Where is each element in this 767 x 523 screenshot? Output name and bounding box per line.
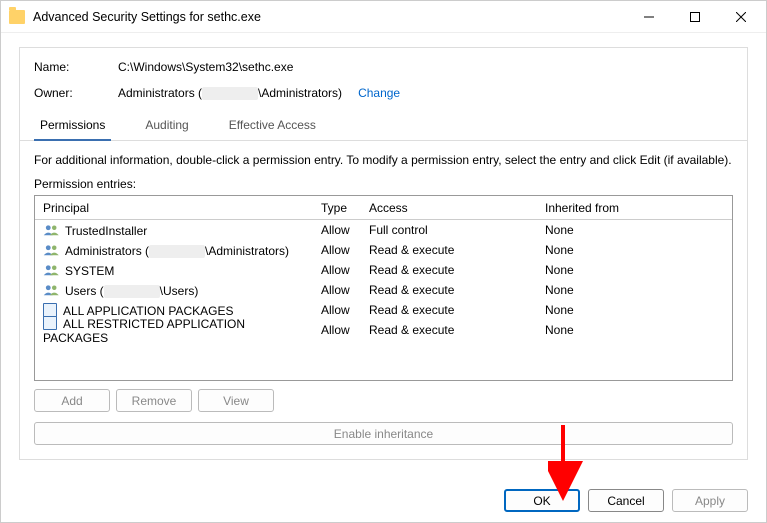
folder-icon	[9, 10, 25, 24]
principal-text: ALL RESTRICTED APPLICATION PACKAGES	[43, 317, 245, 345]
inherited-text: None	[537, 259, 732, 281]
package-icon	[43, 316, 57, 330]
enable-inheritance-button[interactable]: Enable inheritance	[34, 422, 733, 445]
col-access[interactable]: Access	[361, 197, 537, 219]
table-row[interactable]: SYSTEM AllowRead & executeNone	[35, 260, 732, 280]
owner-row: Owner: Administrators (\Administrators) …	[34, 86, 733, 100]
close-button[interactable]	[718, 2, 764, 32]
access-text: Read & execute	[361, 279, 537, 301]
type-text: Allow	[313, 259, 361, 281]
inherited-text: None	[537, 239, 732, 261]
principal-text: Users (	[65, 284, 104, 298]
window-title: Advanced Security Settings for sethc.exe	[33, 10, 261, 24]
minimize-button[interactable]	[626, 2, 672, 32]
users-icon	[43, 283, 63, 297]
add-button[interactable]: Add	[34, 389, 110, 412]
redacted-text	[202, 87, 258, 100]
table-row[interactable]: Administrators (\Administrators)AllowRea…	[35, 240, 732, 260]
col-inherited[interactable]: Inherited from	[537, 197, 732, 219]
type-text: Allow	[313, 219, 361, 241]
inherited-text: None	[537, 299, 732, 321]
redacted-text	[149, 245, 205, 258]
cancel-button[interactable]: Cancel	[588, 489, 664, 512]
maximize-button[interactable]	[672, 2, 718, 32]
access-text: Full control	[361, 219, 537, 241]
redacted-text	[104, 285, 160, 298]
ok-button[interactable]: OK	[504, 489, 580, 512]
entries-label: Permission entries:	[34, 177, 733, 191]
type-text: Allow	[313, 319, 361, 341]
owner-value: Administrators (\Administrators)	[118, 86, 342, 100]
users-icon	[43, 263, 63, 277]
remove-button[interactable]: Remove	[116, 389, 192, 412]
change-owner-link[interactable]: Change	[358, 86, 400, 100]
access-text: Read & execute	[361, 299, 537, 321]
col-type[interactable]: Type	[313, 197, 361, 219]
grid-header[interactable]: Principal Type Access Inherited from	[35, 196, 732, 220]
type-text: Allow	[313, 279, 361, 301]
users-icon	[43, 223, 63, 237]
table-row[interactable]: ALL RESTRICTED APPLICATION PACKAGESAllow…	[35, 320, 732, 340]
access-text: Read & execute	[361, 259, 537, 281]
users-icon	[43, 243, 63, 257]
access-text: Read & execute	[361, 319, 537, 341]
tab-effective-access[interactable]: Effective Access	[223, 112, 322, 140]
type-text: Allow	[313, 299, 361, 321]
inherited-text: None	[537, 219, 732, 241]
name-label: Name:	[34, 60, 118, 74]
access-text: Read & execute	[361, 239, 537, 261]
permissions-grid[interactable]: Principal Type Access Inherited from Tru…	[34, 195, 733, 381]
type-text: Allow	[313, 239, 361, 261]
titlebar: Advanced Security Settings for sethc.exe	[1, 1, 766, 33]
inherited-text: None	[537, 279, 732, 301]
principal-text: SYSTEM	[65, 264, 114, 278]
tab-auditing[interactable]: Auditing	[139, 112, 194, 140]
principal-text: TrustedInstaller	[65, 224, 147, 238]
table-row[interactable]: TrustedInstaller AllowFull controlNone	[35, 220, 732, 240]
help-text: For additional information, double-click…	[34, 153, 733, 167]
tabstrip: Permissions Auditing Effective Access	[20, 112, 747, 141]
principal-text: Administrators (	[65, 244, 149, 258]
name-value: C:\Windows\System32\sethc.exe	[118, 60, 293, 74]
tab-permissions[interactable]: Permissions	[34, 112, 111, 140]
name-row: Name: C:\Windows\System32\sethc.exe	[34, 60, 733, 74]
apply-button[interactable]: Apply	[672, 489, 748, 512]
col-principal[interactable]: Principal	[35, 197, 313, 219]
view-button[interactable]: View	[198, 389, 274, 412]
owner-label: Owner:	[34, 86, 118, 100]
inherited-text: None	[537, 319, 732, 341]
table-row[interactable]: Users (\Users)AllowRead & executeNone	[35, 280, 732, 300]
